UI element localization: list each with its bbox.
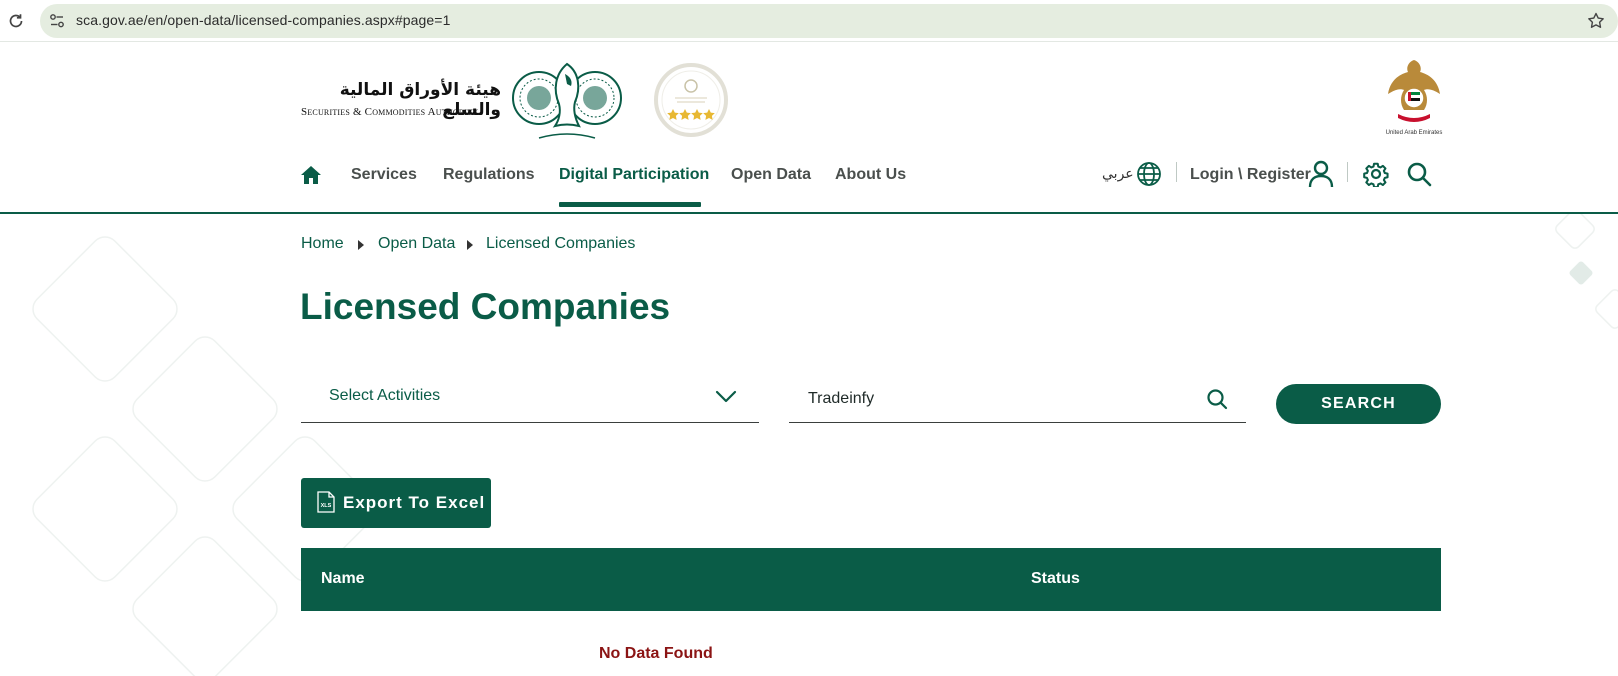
nav-item-regulations[interactable]: Regulations: [443, 166, 535, 184]
page-title: Licensed Companies: [300, 286, 671, 327]
breadcrumb-home[interactable]: Home: [301, 235, 344, 253]
activities-dropdown[interactable]: Select Activities: [301, 378, 759, 423]
sca-logo-english: Securities & Commodities Authority: [301, 106, 479, 118]
award-badge: [654, 63, 728, 137]
url-text[interactable]: sca.gov.ae/en/open-data/licensed-compani…: [76, 12, 450, 28]
site-info-icon[interactable]: [48, 12, 66, 30]
nav-item-digital-participation[interactable]: Digital Participation: [559, 166, 709, 184]
uae-emblem-caption: United Arab Emirates: [1385, 130, 1443, 136]
nav-item-services[interactable]: Services: [351, 166, 417, 184]
active-nav-indicator: [559, 202, 701, 207]
chevron-down-icon: [715, 390, 737, 403]
export-to-excel-button[interactable]: XLS Export To Excel: [301, 478, 491, 528]
gear-icon[interactable]: [1363, 161, 1389, 187]
breadcrumb-open-data[interactable]: Open Data: [378, 235, 455, 253]
activities-dropdown-label: Select Activities: [329, 387, 441, 404]
nav-item-open-data[interactable]: Open Data: [731, 166, 811, 184]
excel-icon-text: XLS: [321, 503, 332, 509]
reload-icon[interactable]: [6, 11, 26, 31]
company-search-field: [789, 378, 1246, 423]
address-bar[interactable]: sca.gov.ae/en/open-data/licensed-compani…: [40, 4, 1618, 38]
uae-emblem[interactable]: United Arab Emirates: [1384, 58, 1444, 140]
uae-falcon-icon: [1388, 60, 1440, 122]
column-header-name[interactable]: Name: [321, 570, 365, 588]
results-table-header: Name Status: [301, 548, 1441, 611]
breadcrumb-arrow-icon: [358, 240, 364, 250]
breadcrumb-arrow-icon: [467, 240, 473, 250]
sca-logo[interactable]: هيئة الأوراق المالية والسلع Securities &…: [301, 60, 631, 140]
browser-toolbar: sca.gov.ae/en/open-data/licensed-compani…: [0, 0, 1618, 42]
column-header-status[interactable]: Status: [1031, 570, 1080, 588]
sca-falcon-emblem: [512, 62, 622, 139]
company-search-input[interactable]: [808, 384, 1188, 414]
bookmark-star-icon[interactable]: [1586, 11, 1606, 31]
language-switch-label[interactable]: عربي: [1102, 166, 1134, 182]
search-icon[interactable]: [1206, 388, 1228, 410]
nav-item-about-us[interactable]: About Us: [835, 166, 906, 184]
search-button[interactable]: SEARCH: [1276, 384, 1441, 424]
login-register-link[interactable]: Login \ Register: [1190, 166, 1311, 184]
nav-separator: [1176, 162, 1177, 182]
nav-separator: [1347, 162, 1348, 182]
user-icon[interactable]: [1308, 160, 1334, 188]
export-button-label: Export To Excel: [343, 493, 486, 512]
breadcrumb-current: Licensed Companies: [486, 235, 636, 252]
home-icon[interactable]: [300, 164, 322, 186]
empty-state-message: No Data Found: [599, 645, 713, 662]
globe-icon[interactable]: [1136, 161, 1162, 187]
search-icon[interactable]: [1406, 161, 1432, 187]
header-divider: [0, 212, 1618, 214]
excel-file-icon: XLS: [317, 491, 335, 513]
